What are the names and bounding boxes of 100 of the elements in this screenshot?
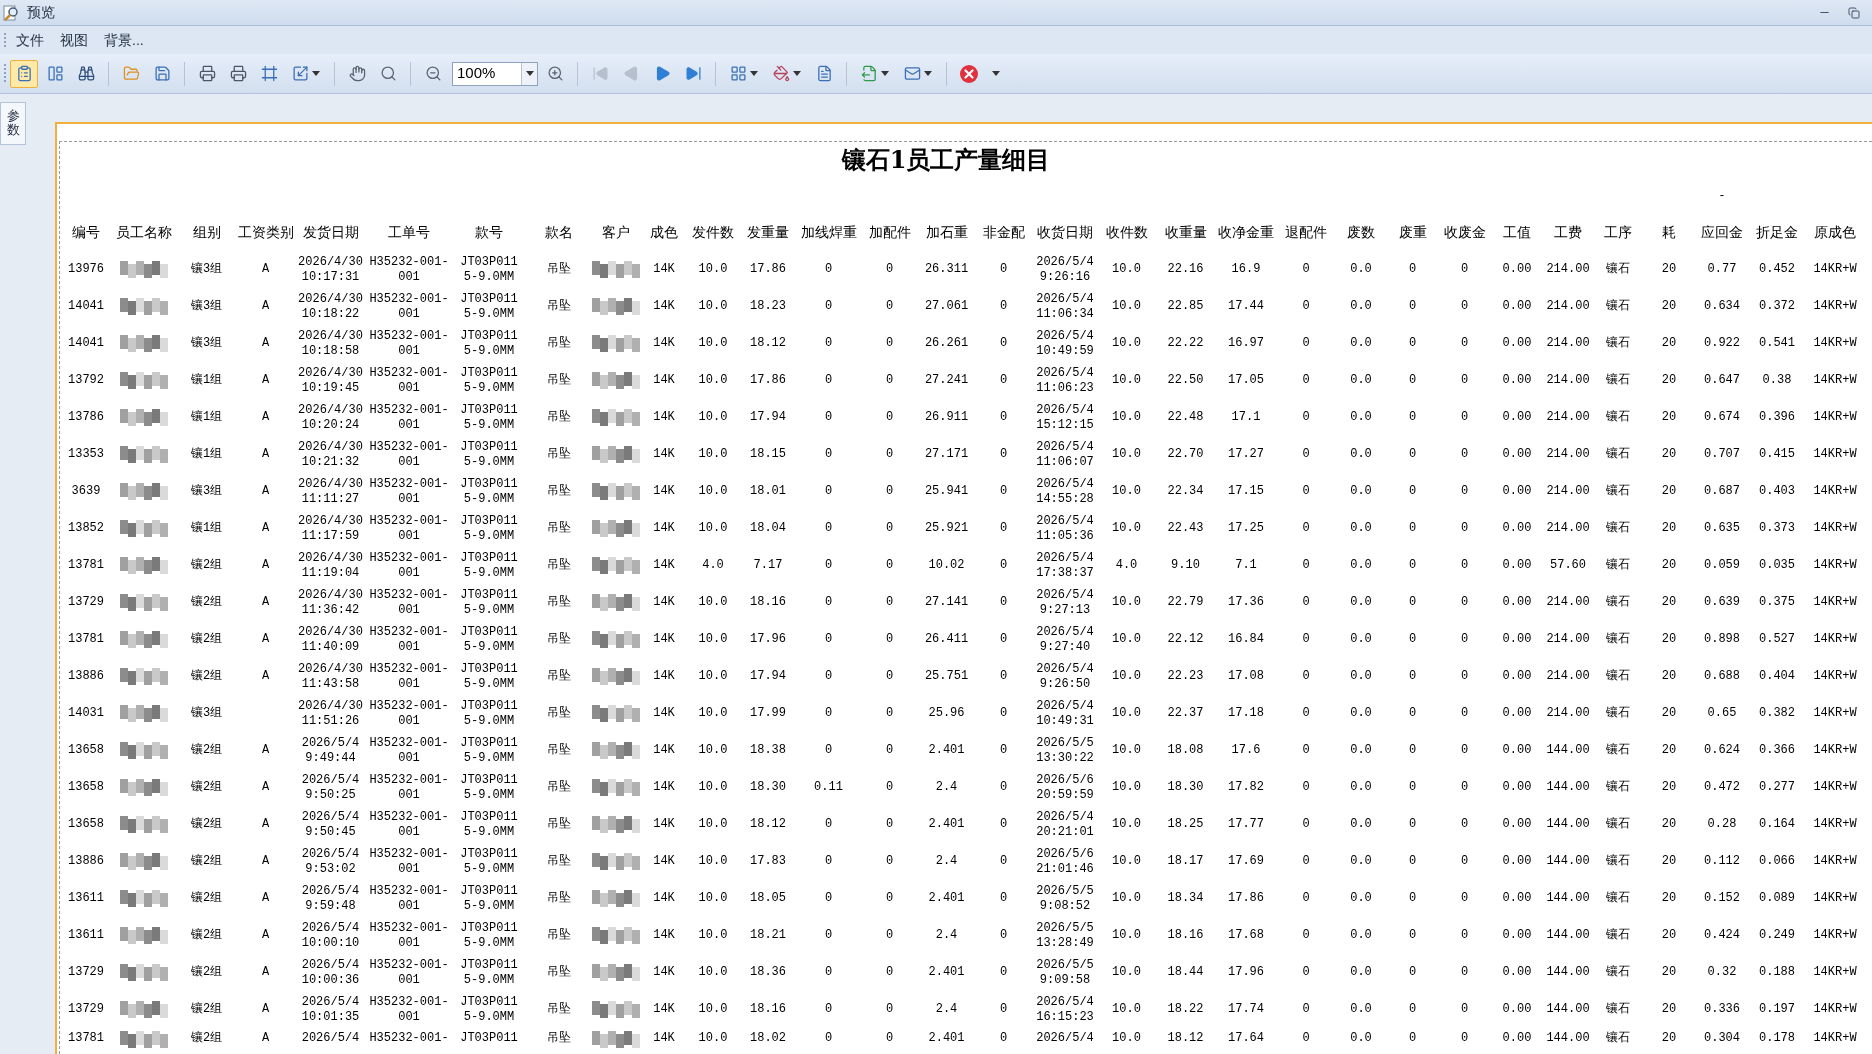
table-cell: 2026/5/4 10:49:59 <box>1036 328 1094 359</box>
table-cell: 镶石 <box>1606 262 1630 277</box>
table-cell: 0.0 <box>1350 262 1372 277</box>
table-cell: 0 <box>1302 817 1310 832</box>
table-cell: H35232-001- 001 <box>369 291 449 322</box>
table-cell: 14KR+W <box>1813 891 1857 906</box>
table-cell: 214.00 <box>1546 410 1590 425</box>
table-cell: 0 <box>824 891 833 906</box>
table-cell: 13781 <box>68 632 104 647</box>
table-cell: 0.0 <box>1350 743 1372 758</box>
toolbar-button[interactable] <box>10 59 38 88</box>
table-cell: 吊坠 <box>547 299 571 314</box>
table-cell: 0 <box>999 299 1008 314</box>
table-cell: 0 <box>824 1002 833 1017</box>
menu-item[interactable]: 视图 <box>53 28 95 52</box>
table-cell: 0 <box>1460 743 1469 758</box>
table-cell: 0.00 <box>1502 299 1532 314</box>
table-cell: 0 <box>824 484 833 499</box>
table-cell: 吊坠 <box>547 817 571 832</box>
table-cell: 0 <box>999 854 1008 869</box>
table-cell: 0 <box>1302 706 1310 721</box>
table-cell: JT03P011 5-9.0MM <box>460 957 518 988</box>
table-cell: 14KR+W <box>1813 706 1857 721</box>
table-cell: 0 <box>1460 447 1469 462</box>
menu-item[interactable]: 背景... <box>97 28 151 52</box>
table-cell: 0.00 <box>1502 484 1532 499</box>
table-cell: 2026/5/4 9:59:48 <box>301 883 360 914</box>
column-header: 加石重 <box>925 224 968 239</box>
table-cell: H35232-001- 001 <box>369 957 449 988</box>
table-cell: H35232-001- 001 <box>369 809 449 840</box>
table-cell: H35232-001- 001 <box>369 328 449 359</box>
side-panel-tab[interactable]: 参数 <box>0 102 26 145</box>
table-cell: 17.08 <box>1228 669 1264 684</box>
table-cell: 0 <box>885 373 894 388</box>
table-cell: 2026/4/30 10:21:32 <box>298 439 363 470</box>
table-cell: 18.12 <box>750 336 786 351</box>
table-cell: 吊坠 <box>547 595 571 610</box>
redacted-block <box>592 631 640 648</box>
table-cell: 10.0 <box>1112 817 1141 832</box>
table-cell: 14KR+W <box>1813 928 1857 943</box>
table-cell: 22.50 <box>1167 373 1204 388</box>
redacted-block <box>592 594 640 611</box>
table-cell: 2026/5/5 13:30:22 <box>1036 735 1094 766</box>
table-cell: 20 <box>1661 632 1677 647</box>
table-cell: 0 <box>824 336 833 351</box>
table-cell: 22.79 <box>1167 595 1204 610</box>
table-cell: 20 <box>1661 1031 1677 1046</box>
menu-item[interactable]: 文件 <box>9 28 51 52</box>
redacted-block <box>120 779 168 796</box>
table-cell: 0 <box>1408 336 1417 351</box>
search-icon <box>379 65 397 82</box>
table-cell: 0 <box>1302 484 1310 499</box>
table-cell: 镶石 <box>1606 336 1630 351</box>
table-cell: 2.401 <box>928 965 965 980</box>
table-cell: 2026/5/4 9:50:25 <box>301 772 360 803</box>
table-cell: 0 <box>1302 595 1310 610</box>
table-cell: 10.0 <box>1112 965 1141 980</box>
table-cell: 0 <box>885 595 894 610</box>
table-cell: 22.23 <box>1167 669 1204 684</box>
table-cell: 10.0 <box>698 262 728 277</box>
table-cell: 0.00 <box>1502 891 1532 906</box>
zoom-combo[interactable]: 100% <box>452 61 538 86</box>
table-cell: 0.0 <box>1350 780 1372 795</box>
resize-icon <box>292 65 309 82</box>
table-cell: 0.249 <box>1759 928 1795 943</box>
table-cell: A <box>261 484 270 499</box>
table-cell: 214.00 <box>1546 521 1590 536</box>
table-cell: 17.69 <box>1228 854 1264 869</box>
table-cell: 10.0 <box>1112 780 1141 795</box>
grip-icon <box>4 62 7 85</box>
table-cell: H35232-001- 001 <box>369 735 449 766</box>
table-cell: 20 <box>1661 817 1677 832</box>
table-cell: 0.674 <box>1704 410 1740 425</box>
table-cell: 10.0 <box>1112 336 1141 351</box>
table-cell: JT03P011 5-9.0MM <box>460 624 518 655</box>
table-cell: 214.00 <box>1546 262 1590 277</box>
table-cell: 2026/4/30 11:43:58 <box>298 661 363 692</box>
table-cell: 0 <box>1302 854 1310 869</box>
table-cell: A <box>261 891 270 906</box>
table-cell: 25.751 <box>924 669 969 684</box>
redacted-block <box>120 594 168 611</box>
table-cell: 0 <box>1408 595 1417 610</box>
table-cell: 2026/4/30 11:36:42 <box>298 587 363 618</box>
table-cell: 10.02 <box>928 558 965 573</box>
restore-icon <box>1848 6 1860 19</box>
save-icon <box>153 65 171 82</box>
table-cell: 14KR+W <box>1813 743 1857 758</box>
clipboard-icon <box>15 65 33 82</box>
table-cell: H35232-001- 001 <box>369 883 449 914</box>
table-cell: 0.00 <box>1502 669 1532 684</box>
table-cell: 14K <box>653 891 675 906</box>
table-cell: 18.38 <box>750 743 786 758</box>
table-cell: 10.0 <box>1112 484 1141 499</box>
table-cell: 18.12 <box>750 817 786 832</box>
table-cell: 2026/5/4 9:26:50 <box>1036 661 1094 692</box>
table-cell: A <box>261 965 270 980</box>
table-cell: 镶石 <box>1606 558 1630 573</box>
table-cell: 214.00 <box>1546 484 1590 499</box>
zoom-in-icon <box>546 65 564 82</box>
table-cell: 0 <box>1408 299 1417 314</box>
